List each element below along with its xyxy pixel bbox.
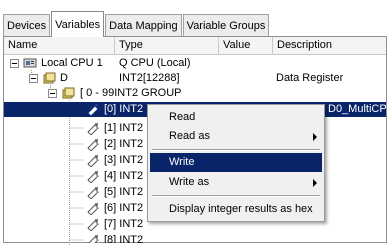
column-name[interactable]: Name — [4, 37, 115, 55]
variable-icon — [87, 139, 99, 151]
collapse-toggle[interactable] — [48, 89, 57, 98]
collapse-toggle[interactable] — [10, 59, 19, 68]
register-icon — [43, 72, 56, 84]
menu-item-read-as[interactable]: Read as — [150, 127, 322, 146]
tab-variables[interactable]: Variables — [51, 11, 105, 37]
item-name: [0] INT2 — [104, 103, 144, 115]
group-name: [ 0 - 99INT2 GROUP — [80, 87, 182, 99]
tab-strip: Devices Variables Data Mapping Variable … — [3, 8, 270, 37]
item-name: [7] INT2 — [104, 218, 144, 230]
menu-item-label: Read as — [169, 130, 210, 142]
variables-window: Devices Variables Data Mapping Variable … — [0, 0, 390, 246]
variable-icon — [87, 155, 99, 167]
d-type: INT2[12288] — [119, 72, 180, 84]
tree-row-cpu[interactable]: Local CPU 1 Q CPU (Local) — [4, 56, 386, 71]
variable-icon — [87, 187, 99, 199]
tree-row-item-8[interactable]: [8] INT2 — [4, 233, 386, 243]
group-icon — [62, 87, 75, 99]
tab-data-mapping[interactable]: Data Mapping — [105, 14, 182, 36]
menu-item-write-as[interactable]: Write as — [150, 173, 322, 192]
context-menu: Read Read as Write Write as Display inte… — [147, 104, 325, 222]
menu-item-read[interactable]: Read — [150, 108, 322, 127]
cpu-type: Q CPU (Local) — [119, 57, 191, 69]
tab-devices[interactable]: Devices — [3, 14, 51, 36]
item-name: [5] INT2 — [104, 186, 144, 198]
variable-icon — [87, 171, 99, 183]
item-name: [1] INT2 — [104, 122, 144, 134]
collapse-toggle[interactable] — [29, 74, 38, 83]
menu-separator — [152, 195, 320, 197]
variable-icon — [87, 203, 99, 215]
d-description: Data Register — [276, 72, 344, 84]
submenu-arrow-icon — [313, 133, 317, 141]
menu-item-label: Write as — [169, 176, 210, 188]
menu-separator — [152, 149, 320, 151]
item-name: [6] INT2 — [104, 202, 144, 214]
menu-item-label: Display integer results as hex — [169, 203, 313, 215]
variable-icon — [87, 219, 99, 231]
column-value[interactable]: Value — [219, 37, 273, 55]
menu-item-label: Read — [169, 111, 196, 123]
tree-row-d[interactable]: D INT2[12288] Data Register — [4, 71, 386, 86]
submenu-arrow-icon — [313, 179, 317, 187]
tree-row-group[interactable]: [ 0 - 99INT2 GROUP — [4, 86, 386, 101]
column-description[interactable]: Description — [273, 37, 386, 55]
menu-item-display-hex[interactable]: Display integer results as hex — [150, 200, 322, 219]
item-name: [8] INT2 — [104, 234, 144, 243]
d-name: D — [60, 72, 68, 84]
cpu-name: Local CPU 1 — [41, 57, 103, 69]
menu-item-write[interactable]: Write — [150, 153, 322, 172]
tab-variable-groups[interactable]: Variable Groups — [182, 14, 270, 36]
menu-item-label: Write — [169, 156, 195, 168]
variable-icon — [87, 123, 99, 135]
item-name: [2] INT2 — [104, 138, 144, 150]
cpu-icon — [23, 58, 37, 68]
variable-icon — [88, 235, 99, 243]
item-description: D0_MultiCPU — [328, 103, 390, 115]
variable-icon — [87, 104, 99, 116]
column-type[interactable]: Type — [115, 37, 219, 55]
column-header: Name Type Value Description — [4, 37, 386, 55]
item-name: [3] INT2 — [104, 154, 144, 166]
item-name: [4] INT2 — [104, 170, 144, 182]
